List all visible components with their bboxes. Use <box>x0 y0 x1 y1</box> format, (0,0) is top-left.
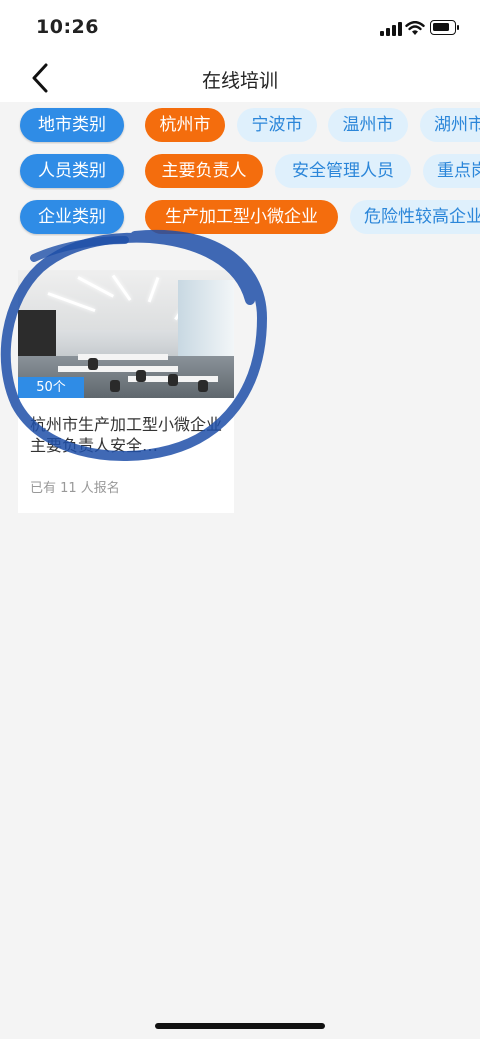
nav-bar: 在线培训 <box>0 56 480 102</box>
filter-option-small-enterprise[interactable]: 生产加工型小微企业 <box>145 200 338 234</box>
filter-option-safety-manager[interactable]: 安全管理人员 <box>275 154 411 188</box>
home-indicator[interactable] <box>155 1023 325 1029</box>
course-count-badge: 50个 <box>18 377 84 398</box>
course-card[interactable]: 50个 杭州市生产加工型小微企业主要负责人安全… 已有 11 人报名 <box>18 270 234 513</box>
filter-option-high-risk-enterprise[interactable]: 危险性较高企业 <box>350 200 480 234</box>
filter-option-hangzhou[interactable]: 杭州市 <box>145 108 225 142</box>
course-enrolled-count: 已有 11 人报名 <box>30 481 120 496</box>
status-bar: 10:26 <box>0 0 480 56</box>
wifi-icon <box>405 21 425 35</box>
filter-option-huzhou[interactable]: 湖州市 <box>420 108 480 142</box>
filter-option-main-leader[interactable]: 主要负责人 <box>145 154 263 188</box>
course-title: 杭州市生产加工型小微企业主要负责人安全… <box>30 415 223 455</box>
filter-label-personnel: 人员类别 <box>20 154 124 188</box>
filter-option-ningbo[interactable]: 宁波市 <box>237 108 317 142</box>
cellular-signal-icon <box>380 22 402 36</box>
filter-row-region: 地市类别 杭州市 宁波市 温州市 湖州市 <box>0 104 480 144</box>
filter-row-enterprise: 企业类别 生产加工型小微企业 危险性较高企业 <box>0 196 480 236</box>
filter-label-region: 地市类别 <box>20 108 124 142</box>
page-title: 在线培训 <box>201 70 278 92</box>
filter-option-key-post[interactable]: 重点岗 <box>423 154 480 188</box>
filter-row-personnel: 人员类别 主要负责人 安全管理人员 重点岗 <box>0 150 480 190</box>
filter-label-enterprise: 企业类别 <box>20 200 124 234</box>
status-time: 10:26 <box>36 16 99 38</box>
battery-icon <box>430 20 459 35</box>
course-thumbnail: 50个 <box>18 270 234 398</box>
filter-option-wenzhou[interactable]: 温州市 <box>328 108 408 142</box>
